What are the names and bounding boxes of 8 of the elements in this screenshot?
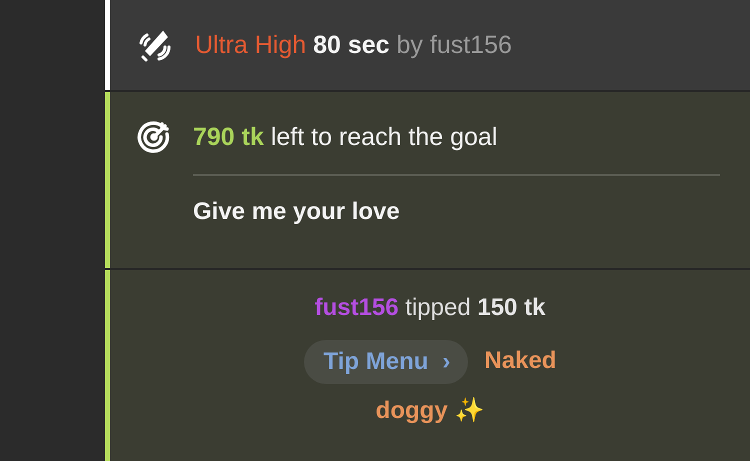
tip-item-text: doggy ✨ xyxy=(376,397,484,424)
tip-text: fust156 tipped 150 tk xyxy=(314,294,546,322)
tip-item-text: Naked xyxy=(484,347,556,374)
tip-menu-button[interactable]: Tip Menu › xyxy=(304,340,468,384)
vibration-text: Ultra High 80 sec by fust156 xyxy=(195,30,512,60)
target-icon xyxy=(137,120,171,154)
goal-text: 790 tk left to reach the goal xyxy=(193,122,498,152)
goal-title: Give me your love xyxy=(193,198,401,226)
